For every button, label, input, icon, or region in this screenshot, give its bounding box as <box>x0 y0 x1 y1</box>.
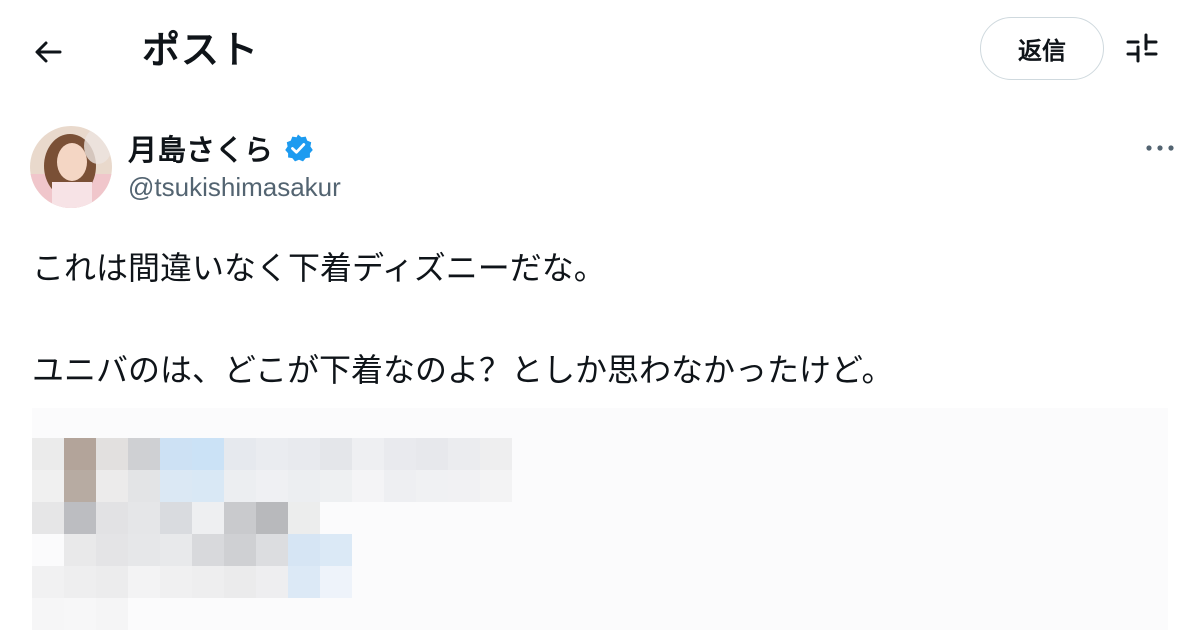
author-name-row[interactable]: 月島さくら <box>128 126 313 170</box>
avatar-image <box>30 126 112 208</box>
page-title: ポスト <box>142 28 260 72</box>
tweet-text-line: これは間違いなく下着ディズニーだな。 <box>32 249 606 287</box>
post-header: ポスト 返信 <box>0 0 1200 100</box>
reply-button[interactable]: 返信 <box>980 17 1104 80</box>
tweet-media-pixelated[interactable] <box>32 408 1168 630</box>
author-handle[interactable]: @tsukishimasakur <box>128 172 341 203</box>
display-name[interactable]: 月島さくら <box>128 127 273 169</box>
settings-button[interactable] <box>1118 24 1166 72</box>
sliders-icon <box>1126 33 1158 63</box>
more-horizontal-icon <box>1146 145 1174 151</box>
arrow-left-icon <box>35 41 62 63</box>
back-button[interactable] <box>22 26 74 78</box>
more-options-button[interactable] <box>1138 132 1182 164</box>
tweet-text-line: ユニバのは、どこが下着なのよ？としか思わなかったけど。 <box>32 351 894 389</box>
verified-badge-icon <box>285 134 313 162</box>
avatar[interactable] <box>30 126 112 208</box>
pixelated-image <box>32 438 512 630</box>
